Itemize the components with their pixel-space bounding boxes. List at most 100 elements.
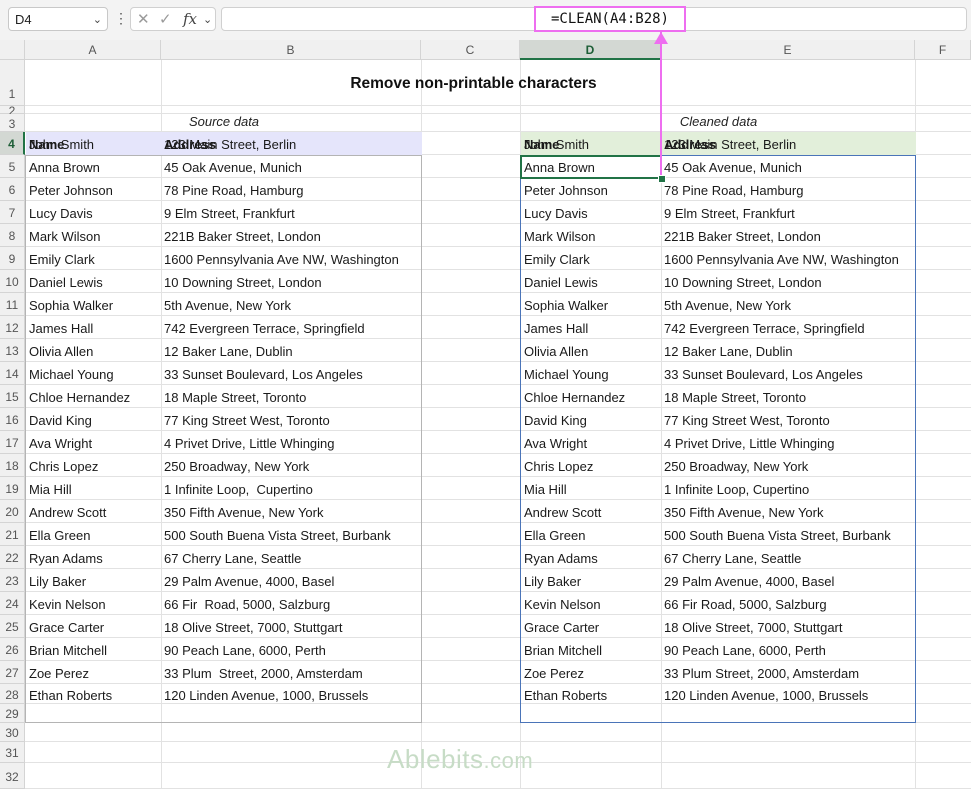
- source-address-cell[interactable]: 18 Olive Street, 7000, Stuttgart: [164, 615, 419, 638]
- cleaned-name-cell[interactable]: Olivia Allen: [524, 339, 659, 362]
- source-address-cell[interactable]: 78 Pine Road, Hamburg: [164, 178, 419, 201]
- row-header-3[interactable]: 3: [0, 114, 25, 132]
- source-name-cell[interactable]: Ella Green: [29, 523, 159, 546]
- cleaned-address-cell[interactable]: 29 Palm Avenue, 4000, Basel: [664, 569, 914, 592]
- chevron-down-icon[interactable]: ⌄: [203, 13, 212, 26]
- source-name-cell[interactable]: Olivia Allen: [29, 339, 159, 362]
- cleaned-name-cell[interactable]: Ryan Adams: [524, 546, 659, 569]
- row-header-2[interactable]: 2: [0, 106, 25, 114]
- source-address-cell[interactable]: 500 South Buena Vista Street, Burbank: [164, 523, 419, 546]
- source-name-cell[interactable]: Ethan Roberts: [29, 684, 159, 704]
- cleaned-name-cell[interactable]: Michael Young: [524, 362, 659, 385]
- source-name-cell[interactable]: Sophia Walker: [29, 293, 159, 316]
- source-address-cell[interactable]: 5th Avenue, New York: [164, 293, 419, 316]
- source-address-cell[interactable]: 350 Fifth Avenue, New York: [164, 500, 419, 523]
- cleaned-address-cell[interactable]: 120 Linden Avenue, 1000, Brussels: [664, 684, 914, 704]
- active-cell-d4[interactable]: [520, 155, 662, 179]
- row-header-30[interactable]: 30: [0, 723, 25, 742]
- cleaned-address-cell[interactable]: 18 Olive Street, 7000, Stuttgart: [664, 615, 914, 638]
- chevron-down-icon[interactable]: ⌄: [93, 8, 102, 32]
- cancel-icon[interactable]: ✕: [137, 10, 150, 28]
- row-header-19[interactable]: 19: [0, 477, 25, 500]
- column-header-e[interactable]: E: [661, 40, 915, 60]
- cleaned-address-cell[interactable]: 1 Infinite Loop, Cupertino: [664, 477, 914, 500]
- cleaned-name-cell[interactable]: Brian Mitchell: [524, 638, 659, 661]
- cleaned-name-cell[interactable]: Mia Hill: [524, 477, 659, 500]
- row-header-28[interactable]: 28: [0, 684, 25, 704]
- source-name-cell[interactable]: Chloe Hernandez: [29, 385, 159, 408]
- row-header-24[interactable]: 24: [0, 592, 25, 615]
- row-header-15[interactable]: 15: [0, 385, 25, 408]
- row-header-14[interactable]: 14: [0, 362, 25, 385]
- confirm-icon[interactable]: ✓: [159, 10, 172, 28]
- row-header-9[interactable]: 9: [0, 247, 25, 270]
- row-header-31[interactable]: 31: [0, 742, 25, 763]
- source-address-cell[interactable]: 123 Main Street, Berlin: [164, 132, 419, 155]
- name-box[interactable]: D4 ⌄: [8, 7, 108, 31]
- source-address-cell[interactable]: 66 Fir  Road, 5000, Salzburg: [164, 592, 419, 615]
- cleaned-address-cell[interactable]: 9 Elm Street, Frankfurt: [664, 201, 914, 224]
- row-header-22[interactable]: 22: [0, 546, 25, 569]
- cleaned-address-cell[interactable]: 66 Fir Road, 5000, Salzburg: [664, 592, 914, 615]
- cleaned-address-cell[interactable]: 250 Broadway, New York: [664, 454, 914, 477]
- cleaned-name-cell[interactable]: Grace Carter: [524, 615, 659, 638]
- source-name-cell[interactable]: Michael Young: [29, 362, 159, 385]
- cleaned-name-cell[interactable]: David King: [524, 408, 659, 431]
- cleaned-address-cell[interactable]: 90 Peach Lane, 6000, Perth: [664, 638, 914, 661]
- source-address-cell[interactable]: 742 Evergreen Terrace, Springfield: [164, 316, 419, 339]
- row-header-12[interactable]: 12: [0, 316, 25, 339]
- row-header-29[interactable]: 29: [0, 704, 25, 723]
- row-header-20[interactable]: 20: [0, 500, 25, 523]
- column-header-a[interactable]: A: [25, 40, 161, 60]
- cleaned-name-cell[interactable]: Sophia Walker: [524, 293, 659, 316]
- row-header-18[interactable]: 18: [0, 454, 25, 477]
- row-header-26[interactable]: 26: [0, 638, 25, 661]
- row-header-21[interactable]: 21: [0, 523, 25, 546]
- cleaned-address-cell[interactable]: 350 Fifth Avenue, New York: [664, 500, 914, 523]
- cleaned-name-cell[interactable]: Mark Wilson: [524, 224, 659, 247]
- source-address-cell[interactable]: 4 Privet Drive, Little Whinging: [164, 431, 419, 454]
- cleaned-name-cell[interactable]: John Smith: [524, 132, 659, 155]
- source-address-cell[interactable]: 90 Peach Lane, 6000, Perth: [164, 638, 419, 661]
- cleaned-address-cell[interactable]: 45 Oak Avenue, Munich: [664, 155, 914, 178]
- cleaned-name-cell[interactable]: Daniel Lewis: [524, 270, 659, 293]
- row-header-13[interactable]: 13: [0, 339, 25, 362]
- source-address-cell[interactable]: 33 Sunset Boulevard, Los Angeles: [164, 362, 419, 385]
- source-address-cell[interactable]: 77 King Street West, Toronto: [164, 408, 419, 431]
- cleaned-name-cell[interactable]: Lucy Davis: [524, 201, 659, 224]
- row-header-10[interactable]: 10: [0, 270, 25, 293]
- source-name-cell[interactable]: Grace Carter: [29, 615, 159, 638]
- cleaned-address-cell[interactable]: 77 King Street West, Toronto: [664, 408, 914, 431]
- row-header-5[interactable]: 5: [0, 155, 25, 178]
- source-name-cell[interactable]: Zoe Perez: [29, 661, 159, 684]
- source-name-cell[interactable]: Emily Clark: [29, 247, 159, 270]
- select-all-corner[interactable]: [0, 40, 25, 60]
- cleaned-address-cell[interactable]: 5th Avenue, New York: [664, 293, 914, 316]
- cleaned-name-cell[interactable]: James Hall: [524, 316, 659, 339]
- fill-handle[interactable]: [658, 175, 666, 183]
- source-address-cell[interactable]: 18 Maple Street, Toronto: [164, 385, 419, 408]
- cleaned-name-cell[interactable]: Lily Baker: [524, 569, 659, 592]
- source-address-cell[interactable]: 9 Elm Street, Frankfurt: [164, 201, 419, 224]
- source-address-cell[interactable]: 10 Downing Street, London: [164, 270, 419, 293]
- source-name-cell[interactable]: Lucy Davis: [29, 201, 159, 224]
- source-name-cell[interactable]: John Smith: [29, 132, 159, 155]
- row-header-32[interactable]: 32: [0, 763, 25, 789]
- cleaned-name-cell[interactable]: Emily Clark: [524, 247, 659, 270]
- source-address-cell[interactable]: 120 Linden Avenue, 1000, Brussels: [164, 684, 419, 704]
- cleaned-name-cell[interactable]: Ethan Roberts: [524, 684, 659, 704]
- row-header-4[interactable]: 4: [0, 132, 25, 155]
- cleaned-address-cell[interactable]: 742 Evergreen Terrace, Springfield: [664, 316, 914, 339]
- source-name-cell[interactable]: Kevin Nelson: [29, 592, 159, 615]
- row-header-11[interactable]: 11: [0, 293, 25, 316]
- cleaned-name-cell[interactable]: Zoe Perez: [524, 661, 659, 684]
- insert-function-icon[interactable]: fx: [183, 10, 197, 28]
- source-name-cell[interactable]: James Hall: [29, 316, 159, 339]
- source-address-cell[interactable]: 33 Plum  Street, 2000, Amsterdam: [164, 661, 419, 684]
- cleaned-name-cell[interactable]: Andrew Scott: [524, 500, 659, 523]
- cleaned-address-cell[interactable]: 4 Privet Drive, Little Whinging: [664, 431, 914, 454]
- source-address-cell[interactable]: 1600 Pennsylvania Ave NW, Washington: [164, 247, 419, 270]
- cleaned-address-cell[interactable]: 78 Pine Road, Hamburg: [664, 178, 914, 201]
- cleaned-address-cell[interactable]: 33 Sunset Boulevard, Los Angeles: [664, 362, 914, 385]
- row-header-27[interactable]: 27: [0, 661, 25, 684]
